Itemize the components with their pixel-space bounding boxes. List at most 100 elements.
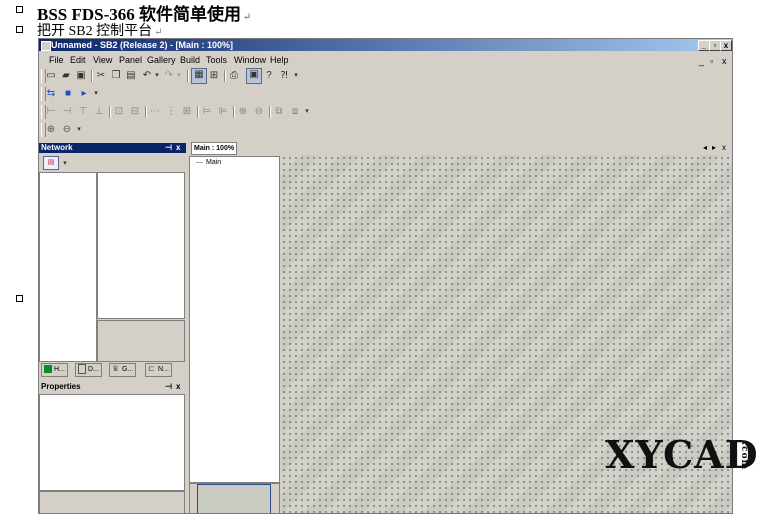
properties-panel[interactable] <box>39 394 185 491</box>
menu-gallery[interactable]: Gallery <box>147 53 176 67</box>
tab-scroll-left-icon[interactable]: ◂ <box>703 143 707 152</box>
overview-panel <box>189 483 280 513</box>
menu-tools[interactable]: Tools <box>206 53 227 67</box>
pin-icon[interactable]: ⊣ <box>165 382 172 392</box>
network-details-panel <box>97 320 185 362</box>
document-tree-panel[interactable]: — Main <box>189 156 280 483</box>
close-button[interactable]: x <box>720 40 732 51</box>
menu-file[interactable]: File <box>49 53 64 67</box>
network-tree-panel[interactable] <box>39 172 97 362</box>
space-across-icon[interactable]: ⋯ <box>149 106 161 118</box>
menu-edit[interactable]: Edit <box>70 53 86 67</box>
tab-gallery-label: G... <box>122 366 134 373</box>
toolbar-separator <box>269 106 271 118</box>
doc-subheading: 把开 SB2 控制平台 ↵ <box>37 24 163 39</box>
gallery-icon: ♛ <box>112 364 120 374</box>
copy-icon[interactable]: ❐ <box>110 70 122 82</box>
align-right-icon[interactable]: ⊣ <box>61 106 73 118</box>
pane-close-icon[interactable]: x <box>176 382 180 392</box>
toolbar-separator <box>109 106 111 118</box>
menu-build[interactable]: Build <box>180 53 200 67</box>
toolbar-options-icon[interactable]: ▾ <box>90 88 102 100</box>
stop-icon[interactable]: ■ <box>62 88 74 100</box>
toolbar-align: ⊢ ⊣ ⊤ ⊥ ⊡ ⊟ ⋯ ⋮ ⊞ ⊨ ⊫ ⊕ ⊖ ⧉ ⧈ ▾ <box>39 103 732 121</box>
toolbar-separator <box>145 106 147 118</box>
zoom-out-icon[interactable]: ⊖ <box>61 124 73 136</box>
space-down-icon[interactable]: ⋮ <box>165 106 177 118</box>
cut-icon[interactable]: ✂ <box>95 70 107 82</box>
hardware-icon <box>44 365 52 374</box>
tab-main-document[interactable]: Main : 100% <box>191 142 238 155</box>
undo-dropdown-icon[interactable]: ▾ <box>151 70 163 82</box>
network-view-dropdown-icon[interactable]: ▾ <box>59 158 71 170</box>
pin-icon[interactable]: ⊣ <box>165 143 172 153</box>
play-icon[interactable]: ▸ <box>78 88 90 100</box>
toolbar-separator <box>187 70 189 82</box>
network-pane-header: Network ⊣ x <box>39 143 186 153</box>
bullet-1 <box>16 6 23 13</box>
paste-icon[interactable]: ▤ <box>125 70 137 82</box>
distribute-icon[interactable]: ⊞ <box>181 106 193 118</box>
same-width-icon[interactable]: ⊟ <box>129 106 141 118</box>
online-icon[interactable]: ⇆ <box>45 88 57 100</box>
redo-dropdown-icon[interactable]: ▾ <box>173 70 185 82</box>
menu-bar: File Edit View Panel Gallery Build Tools… <box>39 53 732 67</box>
window-title: Unnamed - SB2 (Release 2) - [Main : 100%… <box>51 40 234 50</box>
tab-network[interactable]: ⊏ N... <box>145 363 172 377</box>
menu-panel[interactable]: Panel <box>119 53 142 67</box>
menu-window[interactable]: Window <box>234 53 266 67</box>
toolbar-separator <box>233 106 235 118</box>
toolbar-options-icon[interactable]: ▾ <box>73 124 85 136</box>
menu-help[interactable]: Help <box>270 53 289 67</box>
tab-devices-label: D... <box>88 366 99 373</box>
same-size-icon[interactable]: ⊡ <box>113 106 125 118</box>
network-view-icon[interactable]: ▤ <box>43 156 59 170</box>
network-tree-icon: ⊏ <box>148 364 155 374</box>
tab-close-icon[interactable]: x <box>722 143 726 152</box>
grid-view-icon[interactable]: ▦ <box>191 68 207 84</box>
toolbar-run: ⇆ ■ ▸ ▾ <box>39 85 732 103</box>
help-book-icon[interactable]: ? <box>263 70 275 82</box>
network-pane-title: Network <box>41 143 73 152</box>
devices-icon <box>78 364 86 375</box>
bullet-2 <box>16 26 23 33</box>
menu-view[interactable]: View <box>93 53 112 67</box>
make-same-width-icon[interactable]: ⊨ <box>201 106 213 118</box>
xycad-logo: XYCAD .com <box>605 432 759 477</box>
print-icon[interactable]: ⎙ <box>228 70 240 82</box>
toolbar-standard: ▭ ▰ ▣ ✂ ❐ ▤ ↶ ▾ ↷ ▾ ▦ ⊞ ⎙ ▣ ? ⁈ ▾ <box>39 67 732 85</box>
title-bar[interactable]: Unnamed - SB2 (Release 2) - [Main : 100%… <box>39 39 732 51</box>
save-icon[interactable]: ▣ <box>75 70 87 82</box>
tree-item-main[interactable]: Main <box>206 159 221 166</box>
tab-hardware[interactable]: H... <box>41 363 68 377</box>
toolbar-options-icon[interactable]: ▾ <box>290 70 302 82</box>
mdi-restore-button[interactable]: ▫ <box>710 54 713 68</box>
tab-scroll-right-icon[interactable]: ▸ <box>712 143 716 152</box>
tab-gallery[interactable]: ♛ G... <box>109 363 137 377</box>
make-same-height-icon[interactable]: ⊫ <box>217 106 229 118</box>
context-help-icon[interactable]: ⁈ <box>278 70 290 82</box>
align-left-icon[interactable]: ⊢ <box>45 106 57 118</box>
tab-devices[interactable]: D... <box>75 363 102 377</box>
bullet-3 <box>16 295 23 302</box>
mdi-close-button[interactable]: x <box>722 54 727 68</box>
toolbar-separator <box>197 106 199 118</box>
toolbar-options-icon[interactable]: ▾ <box>301 106 313 118</box>
pane-close-icon[interactable]: x <box>176 143 180 153</box>
tab-network-label: N... <box>158 366 169 373</box>
align-bottom-icon[interactable]: ⊥ <box>93 106 105 118</box>
new-file-icon[interactable]: ▭ <box>45 70 57 82</box>
center-vertical-icon[interactable]: ⊖ <box>253 106 265 118</box>
open-folder-icon[interactable]: ▰ <box>60 70 72 82</box>
mdi-minimize-button[interactable]: _ <box>699 54 704 68</box>
panel-view-icon[interactable]: ▣ <box>246 68 262 84</box>
network-list-panel[interactable] <box>97 172 185 319</box>
bring-front-icon[interactable]: ⧉ <box>273 106 285 118</box>
zoom-in-icon[interactable]: ⊕ <box>45 124 57 136</box>
align-top-icon[interactable]: ⊤ <box>77 106 89 118</box>
center-horizontal-icon[interactable]: ⊕ <box>237 106 249 118</box>
overview-viewport[interactable] <box>197 484 271 513</box>
snap-grid-icon[interactable]: ⊞ <box>208 70 220 82</box>
properties-pane-title: Properties <box>41 382 81 391</box>
send-back-icon[interactable]: ⧈ <box>289 106 301 118</box>
